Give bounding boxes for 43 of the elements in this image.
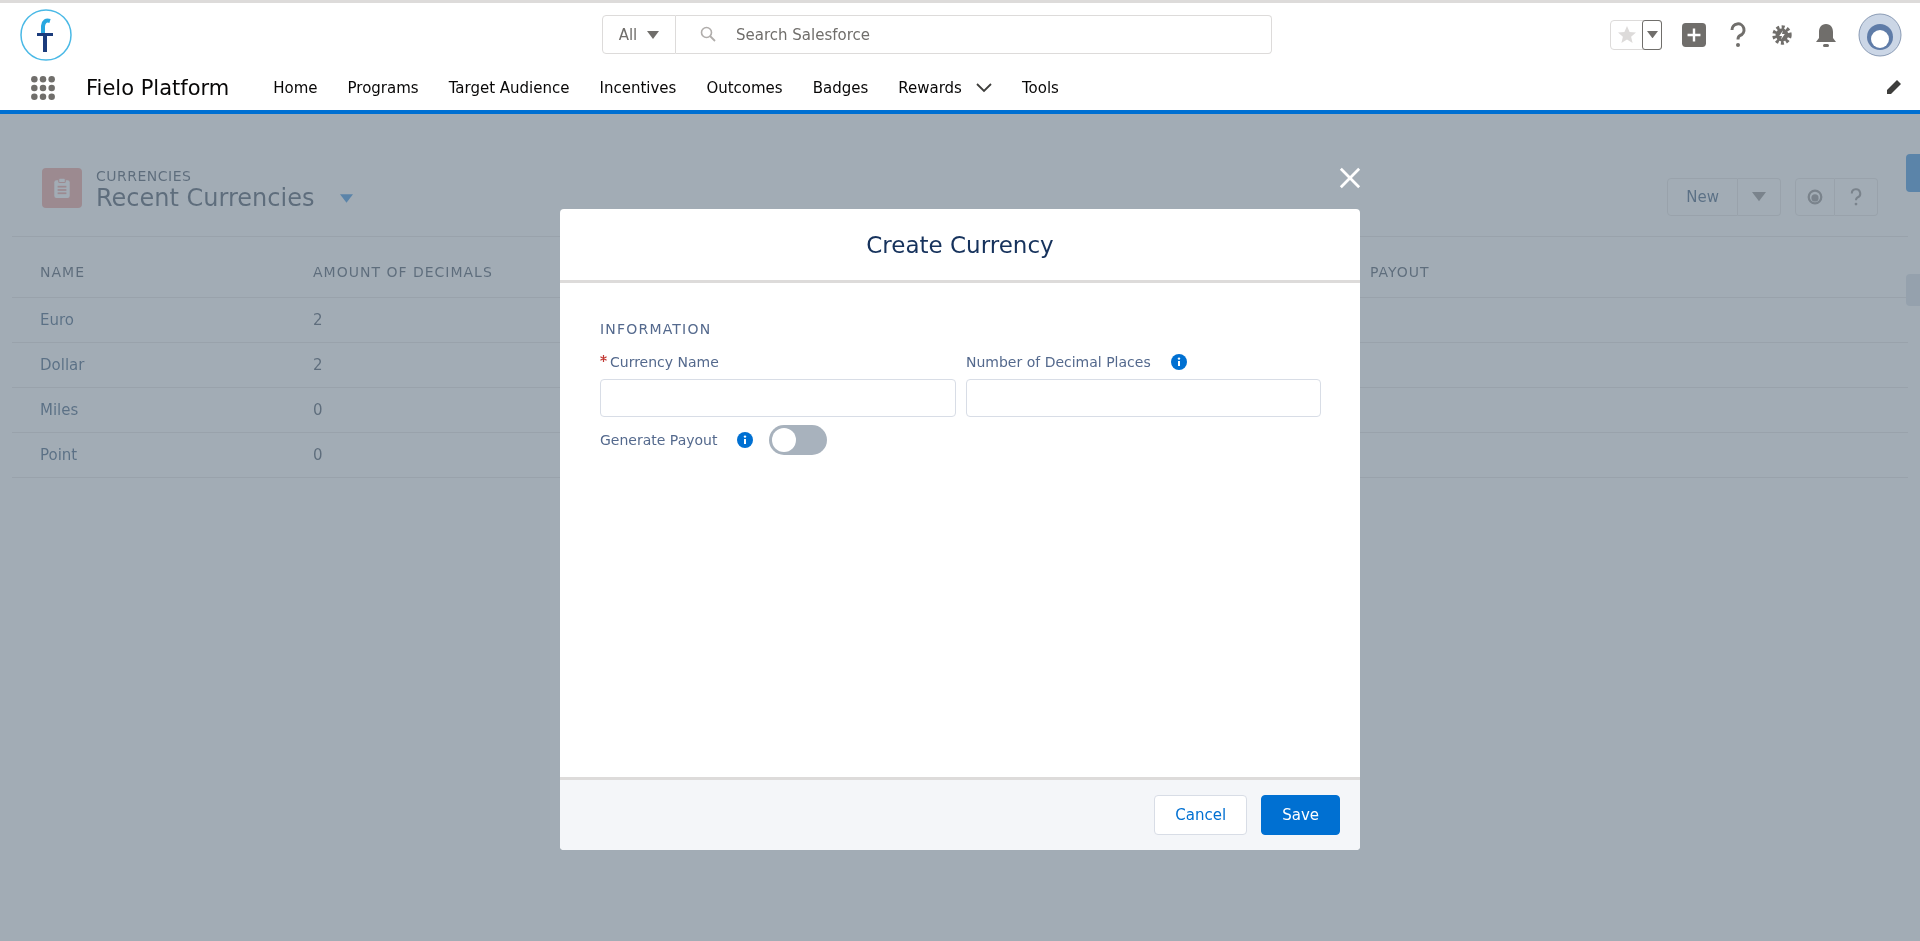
notifications-bell-icon[interactable] bbox=[1814, 21, 1838, 48]
search-scope-dropdown[interactable]: All bbox=[602, 15, 676, 54]
favorites-button[interactable] bbox=[1610, 19, 1662, 50]
table-cell: 2 bbox=[313, 311, 323, 329]
toggle-switch[interactable] bbox=[769, 425, 828, 455]
column-header: PAYOUT bbox=[1370, 264, 1430, 280]
app-logo[interactable] bbox=[20, 8, 72, 61]
field-label: Number of Decimal Places bbox=[966, 354, 1151, 370]
input-field[interactable] bbox=[966, 379, 1321, 417]
app-name: Fielo Platform bbox=[86, 76, 230, 100]
user-avatar[interactable] bbox=[1858, 12, 1902, 57]
nav-tab[interactable]: Target Audience bbox=[448, 79, 570, 97]
modal-title: Create Currency bbox=[866, 231, 1054, 258]
table-cell: 2 bbox=[313, 356, 323, 374]
caret-down-icon bbox=[647, 30, 660, 39]
column-header: NAME bbox=[40, 264, 85, 280]
star-icon bbox=[1617, 24, 1637, 45]
nav-tab[interactable]: Incentives bbox=[599, 79, 677, 97]
caret-down-icon bbox=[1646, 30, 1658, 39]
save-button[interactable]: Save bbox=[1261, 795, 1340, 835]
search-field[interactable]: Search Salesforce bbox=[676, 15, 1272, 54]
nav-tab[interactable]: Outcomes bbox=[706, 79, 783, 97]
nav-tab[interactable]: Home bbox=[273, 79, 318, 97]
cancel-button[interactable]: Cancel bbox=[1154, 795, 1248, 835]
table-cell: 0 bbox=[313, 446, 323, 464]
object-label: CURRENCIES bbox=[96, 168, 193, 184]
edit-pencil-icon[interactable] bbox=[1884, 79, 1902, 97]
info-icon[interactable] bbox=[737, 432, 754, 448]
column-header: AMOUNT OF DECIMALS bbox=[313, 264, 493, 280]
nav-tab[interactable]: Rewards bbox=[898, 79, 962, 97]
field-label: Currency Name bbox=[610, 354, 719, 370]
nav-tab[interactable]: Tools bbox=[1021, 79, 1059, 97]
nav-tab[interactable]: Badges bbox=[812, 79, 869, 97]
nav-tab[interactable]: Programs bbox=[347, 79, 419, 97]
field-label: Generate Payout bbox=[600, 432, 718, 448]
input-field[interactable] bbox=[600, 379, 956, 417]
add-icon[interactable] bbox=[1682, 21, 1706, 48]
app-launcher-icon[interactable] bbox=[30, 75, 56, 101]
chevron-down-icon[interactable] bbox=[975, 83, 992, 93]
table-cell: 0 bbox=[313, 401, 323, 419]
info-icon[interactable] bbox=[1170, 354, 1187, 370]
list-view-title: Recent Currencies bbox=[96, 184, 315, 212]
section-heading: INFORMATION bbox=[600, 321, 713, 337]
